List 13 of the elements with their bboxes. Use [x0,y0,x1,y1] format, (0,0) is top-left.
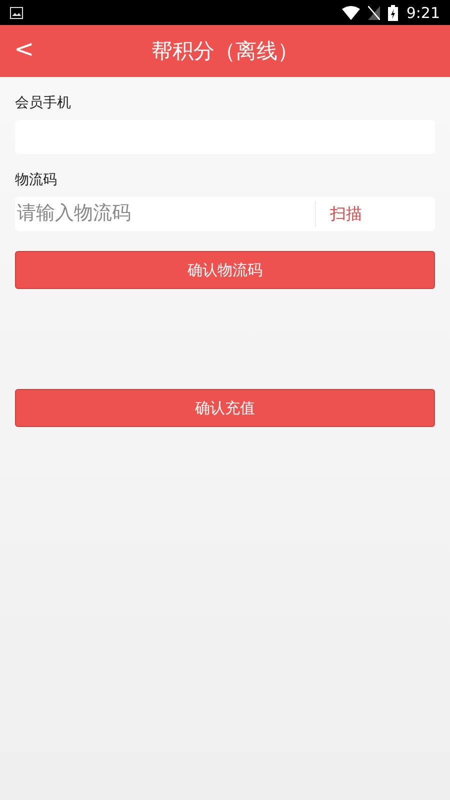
logistics-code-field[interactable]: 请输入物流码 扫描 [15,197,435,231]
confirm-button[interactable]: 确认充值 [15,389,435,427]
battery-icon [388,4,398,20]
field-label: 会员手机 [15,94,72,112]
no-signal-icon [368,6,380,20]
back-button[interactable]: < [8,35,40,63]
status-time: 9:21 [406,4,440,22]
wifi-icon [342,6,360,20]
confirm-button[interactable]: 确认物流码 [15,251,435,289]
page-title: 帮积分（离线） [152,38,298,65]
scan-button[interactable]: 扫描 [315,201,435,227]
image-icon [10,6,23,18]
field-label: 物流码 [15,171,58,189]
